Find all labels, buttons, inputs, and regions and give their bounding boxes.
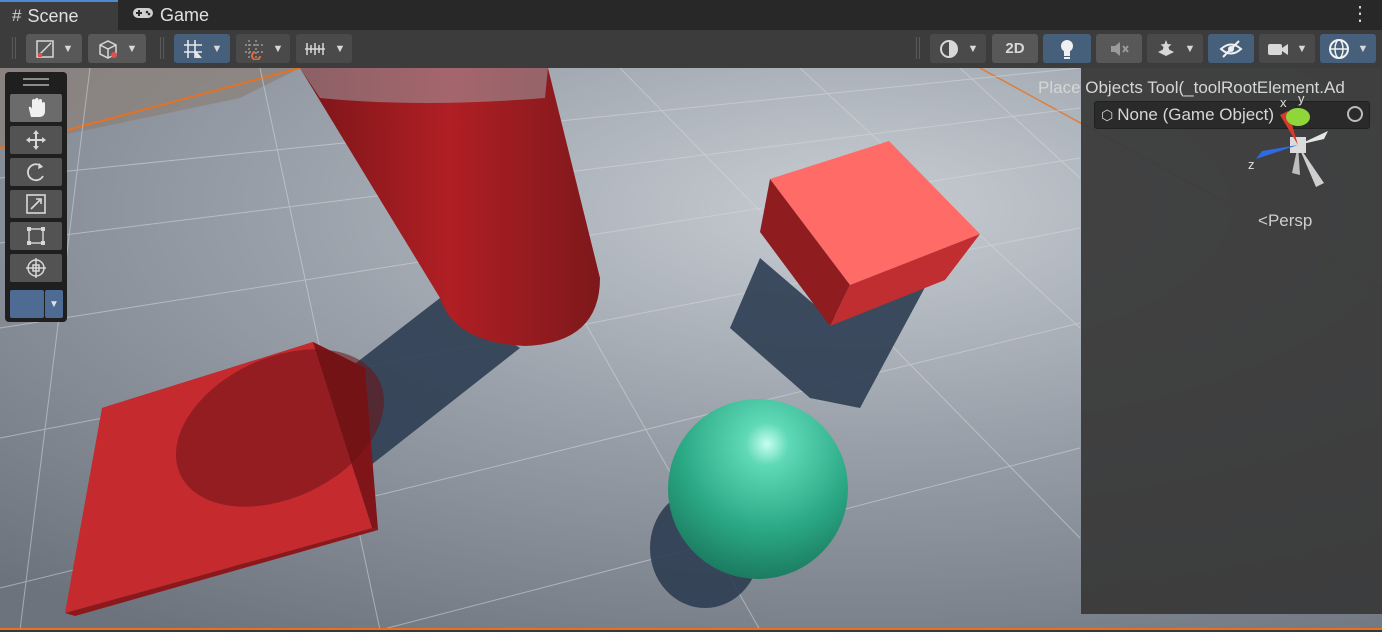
grid-hash-icon: # (12, 6, 22, 25)
hand-icon (28, 98, 45, 117)
tab-scene[interactable]: # Scene (0, 0, 118, 30)
palette-drag-handle[interactable] (23, 78, 49, 86)
gizmo-y-axis[interactable] (1286, 108, 1310, 126)
gizmo-y-label: y (1298, 93, 1305, 106)
move-icon (26, 130, 46, 150)
tab-game-label: Game (160, 4, 210, 25)
rect-tool-icon (27, 227, 45, 245)
effects-button[interactable]: ▼ (1147, 34, 1203, 63)
chevron-down-icon: ▼ (49, 298, 59, 310)
toolbar-grip[interactable] (160, 37, 164, 59)
gizmos-button[interactable]: ▼ (1320, 34, 1376, 63)
lighting-toggle-button[interactable] (1043, 34, 1091, 63)
chevron-down-icon: ▼ (1357, 42, 1369, 55)
ruler-button[interactable]: ▼ (296, 34, 352, 63)
audio-mute-icon (1111, 41, 1129, 56)
more-options-icon[interactable]: ⋮ (1350, 4, 1370, 24)
chevron-down-icon: ▼ (967, 42, 979, 55)
hidden-eye-icon (1219, 39, 1243, 58)
projection-toggle[interactable]: <Persp (1258, 211, 1312, 231)
custom-tool-dropdown[interactable]: ▼ (45, 290, 63, 318)
tab-game[interactable]: Game (120, 0, 220, 30)
chevron-down-icon: ▼ (334, 42, 346, 55)
grid-snap-icon (183, 39, 202, 58)
chevron-down-icon: ▼ (211, 42, 223, 55)
gizmo-z-label: z (1248, 157, 1255, 172)
shading-button[interactable]: ▼ (88, 34, 146, 63)
transform-tool-button[interactable] (10, 254, 62, 282)
gamepad-icon (132, 5, 154, 25)
cube-icon: ⬡ (1101, 106, 1114, 123)
scene-viewport[interactable]: ▼ Place Objects Tool(_toolRootElement.Ad… (0, 68, 1382, 630)
hand-tool-button[interactable] (10, 94, 62, 122)
lightbulb-icon (1061, 39, 1073, 59)
chevron-down-icon: ▼ (272, 42, 284, 55)
green-sphere[interactable] (668, 399, 848, 579)
rect-tool-button[interactable] (10, 222, 62, 250)
effects-icon (1157, 39, 1174, 56)
increment-snap-button[interactable]: ▼ (236, 34, 290, 63)
gizmo-x-label: x (1280, 95, 1287, 110)
render-mode-button[interactable]: ▼ (930, 34, 986, 63)
camera-settings-button[interactable]: ▼ (1259, 34, 1315, 63)
chevron-down-icon: ▼ (1184, 42, 1196, 55)
rotate-icon (27, 163, 44, 182)
shading-cube-icon (98, 39, 117, 59)
orientation-gizmo[interactable]: x y z (1240, 93, 1350, 193)
move-tool-button[interactable] (10, 126, 62, 154)
increment-snap-icon (244, 39, 263, 60)
ruler-icon (304, 42, 325, 55)
scene-toolbar: ▼ ▼ ▼ ▼ ▼ ▼ 2D ▼ ▼ ▼ (0, 30, 1382, 69)
2d-toggle-button[interactable]: 2D (992, 34, 1038, 63)
cylinder-top-cut (300, 68, 548, 103)
chevron-down-icon: ▼ (1296, 42, 1308, 55)
projection-label: Persp (1267, 211, 1313, 230)
chevron-left-icon: < (1258, 211, 1268, 230)
grid-snap-button[interactable]: ▼ (174, 34, 230, 63)
tool-palette: ▼ (5, 72, 67, 322)
draw-mode-icon (35, 39, 54, 58)
chevron-down-icon: ▼ (62, 42, 74, 55)
chevron-down-icon: ▼ (126, 42, 138, 55)
gizmo-globe-icon (1328, 38, 1349, 59)
scale-tool-button[interactable] (10, 190, 62, 218)
scale-icon (26, 194, 46, 214)
draw-mode-button[interactable]: ▼ (26, 34, 82, 63)
transform-icon (26, 258, 46, 278)
toolbar-grip[interactable] (916, 37, 920, 59)
tab-scene-label: Scene (27, 5, 79, 26)
scene-visibility-button[interactable] (1208, 34, 1254, 63)
camera-icon (1267, 43, 1288, 55)
toolbar-grip[interactable] (12, 37, 16, 59)
tab-bar: # Scene Game ⋮ (0, 0, 1382, 30)
audio-toggle-button[interactable] (1096, 34, 1142, 63)
render-sphere-icon (939, 39, 958, 58)
custom-tool-button[interactable] (10, 290, 44, 318)
rotate-tool-button[interactable] (10, 158, 62, 186)
